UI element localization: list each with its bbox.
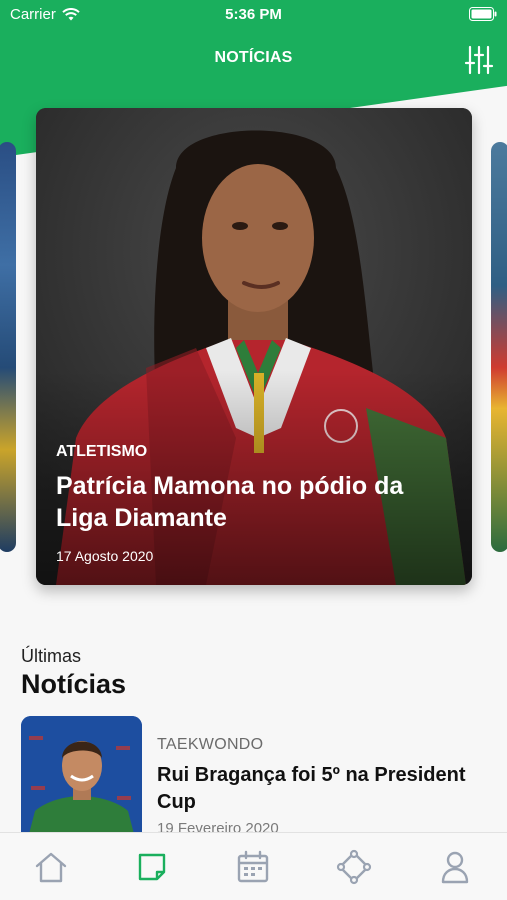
featured-date: 17 Agosto 2020	[56, 548, 154, 564]
tab-news[interactable]	[132, 847, 172, 887]
next-news-card[interactable]	[491, 142, 507, 552]
sports-icon	[336, 849, 372, 885]
filter-button[interactable]	[463, 44, 495, 76]
battery-icon	[469, 7, 497, 21]
previous-news-card[interactable]	[0, 142, 16, 552]
tab-bar	[0, 832, 507, 900]
tab-profile[interactable]	[435, 847, 475, 887]
section-subtitle: Últimas	[21, 646, 82, 666]
home-icon	[35, 852, 67, 883]
news-category: TAEKWONDO	[157, 736, 264, 753]
sliders-icon	[464, 45, 494, 75]
tab-home[interactable]	[31, 847, 71, 887]
section-title: Notícias	[21, 669, 127, 699]
tab-calendar[interactable]	[233, 847, 273, 887]
news-thumbnail	[21, 716, 142, 834]
profile-icon	[441, 851, 469, 884]
featured-category: ATLETISMO	[56, 443, 148, 460]
clock: 5:36 PM	[225, 6, 282, 23]
athlete-thumbnail-photo	[21, 716, 142, 834]
page-title: NOTÍCIAS	[214, 49, 293, 66]
status-bar: Carrier 5:36 PM	[0, 0, 507, 28]
calendar-icon	[237, 850, 269, 883]
tab-sports[interactable]	[334, 847, 374, 887]
news-list-item[interactable]: TAEKWONDO Rui Bragança foi 5º na Preside…	[21, 716, 491, 837]
featured-title: Patrícia Mamona no pódio da Liga Diamant…	[56, 472, 404, 532]
news-icon	[138, 853, 166, 881]
featured-news-card[interactable]: ATLETISMO Patrícia Mamona no pódio da Li…	[36, 108, 472, 585]
news-title: Rui Bragança foi 5º na President Cup	[157, 764, 466, 813]
